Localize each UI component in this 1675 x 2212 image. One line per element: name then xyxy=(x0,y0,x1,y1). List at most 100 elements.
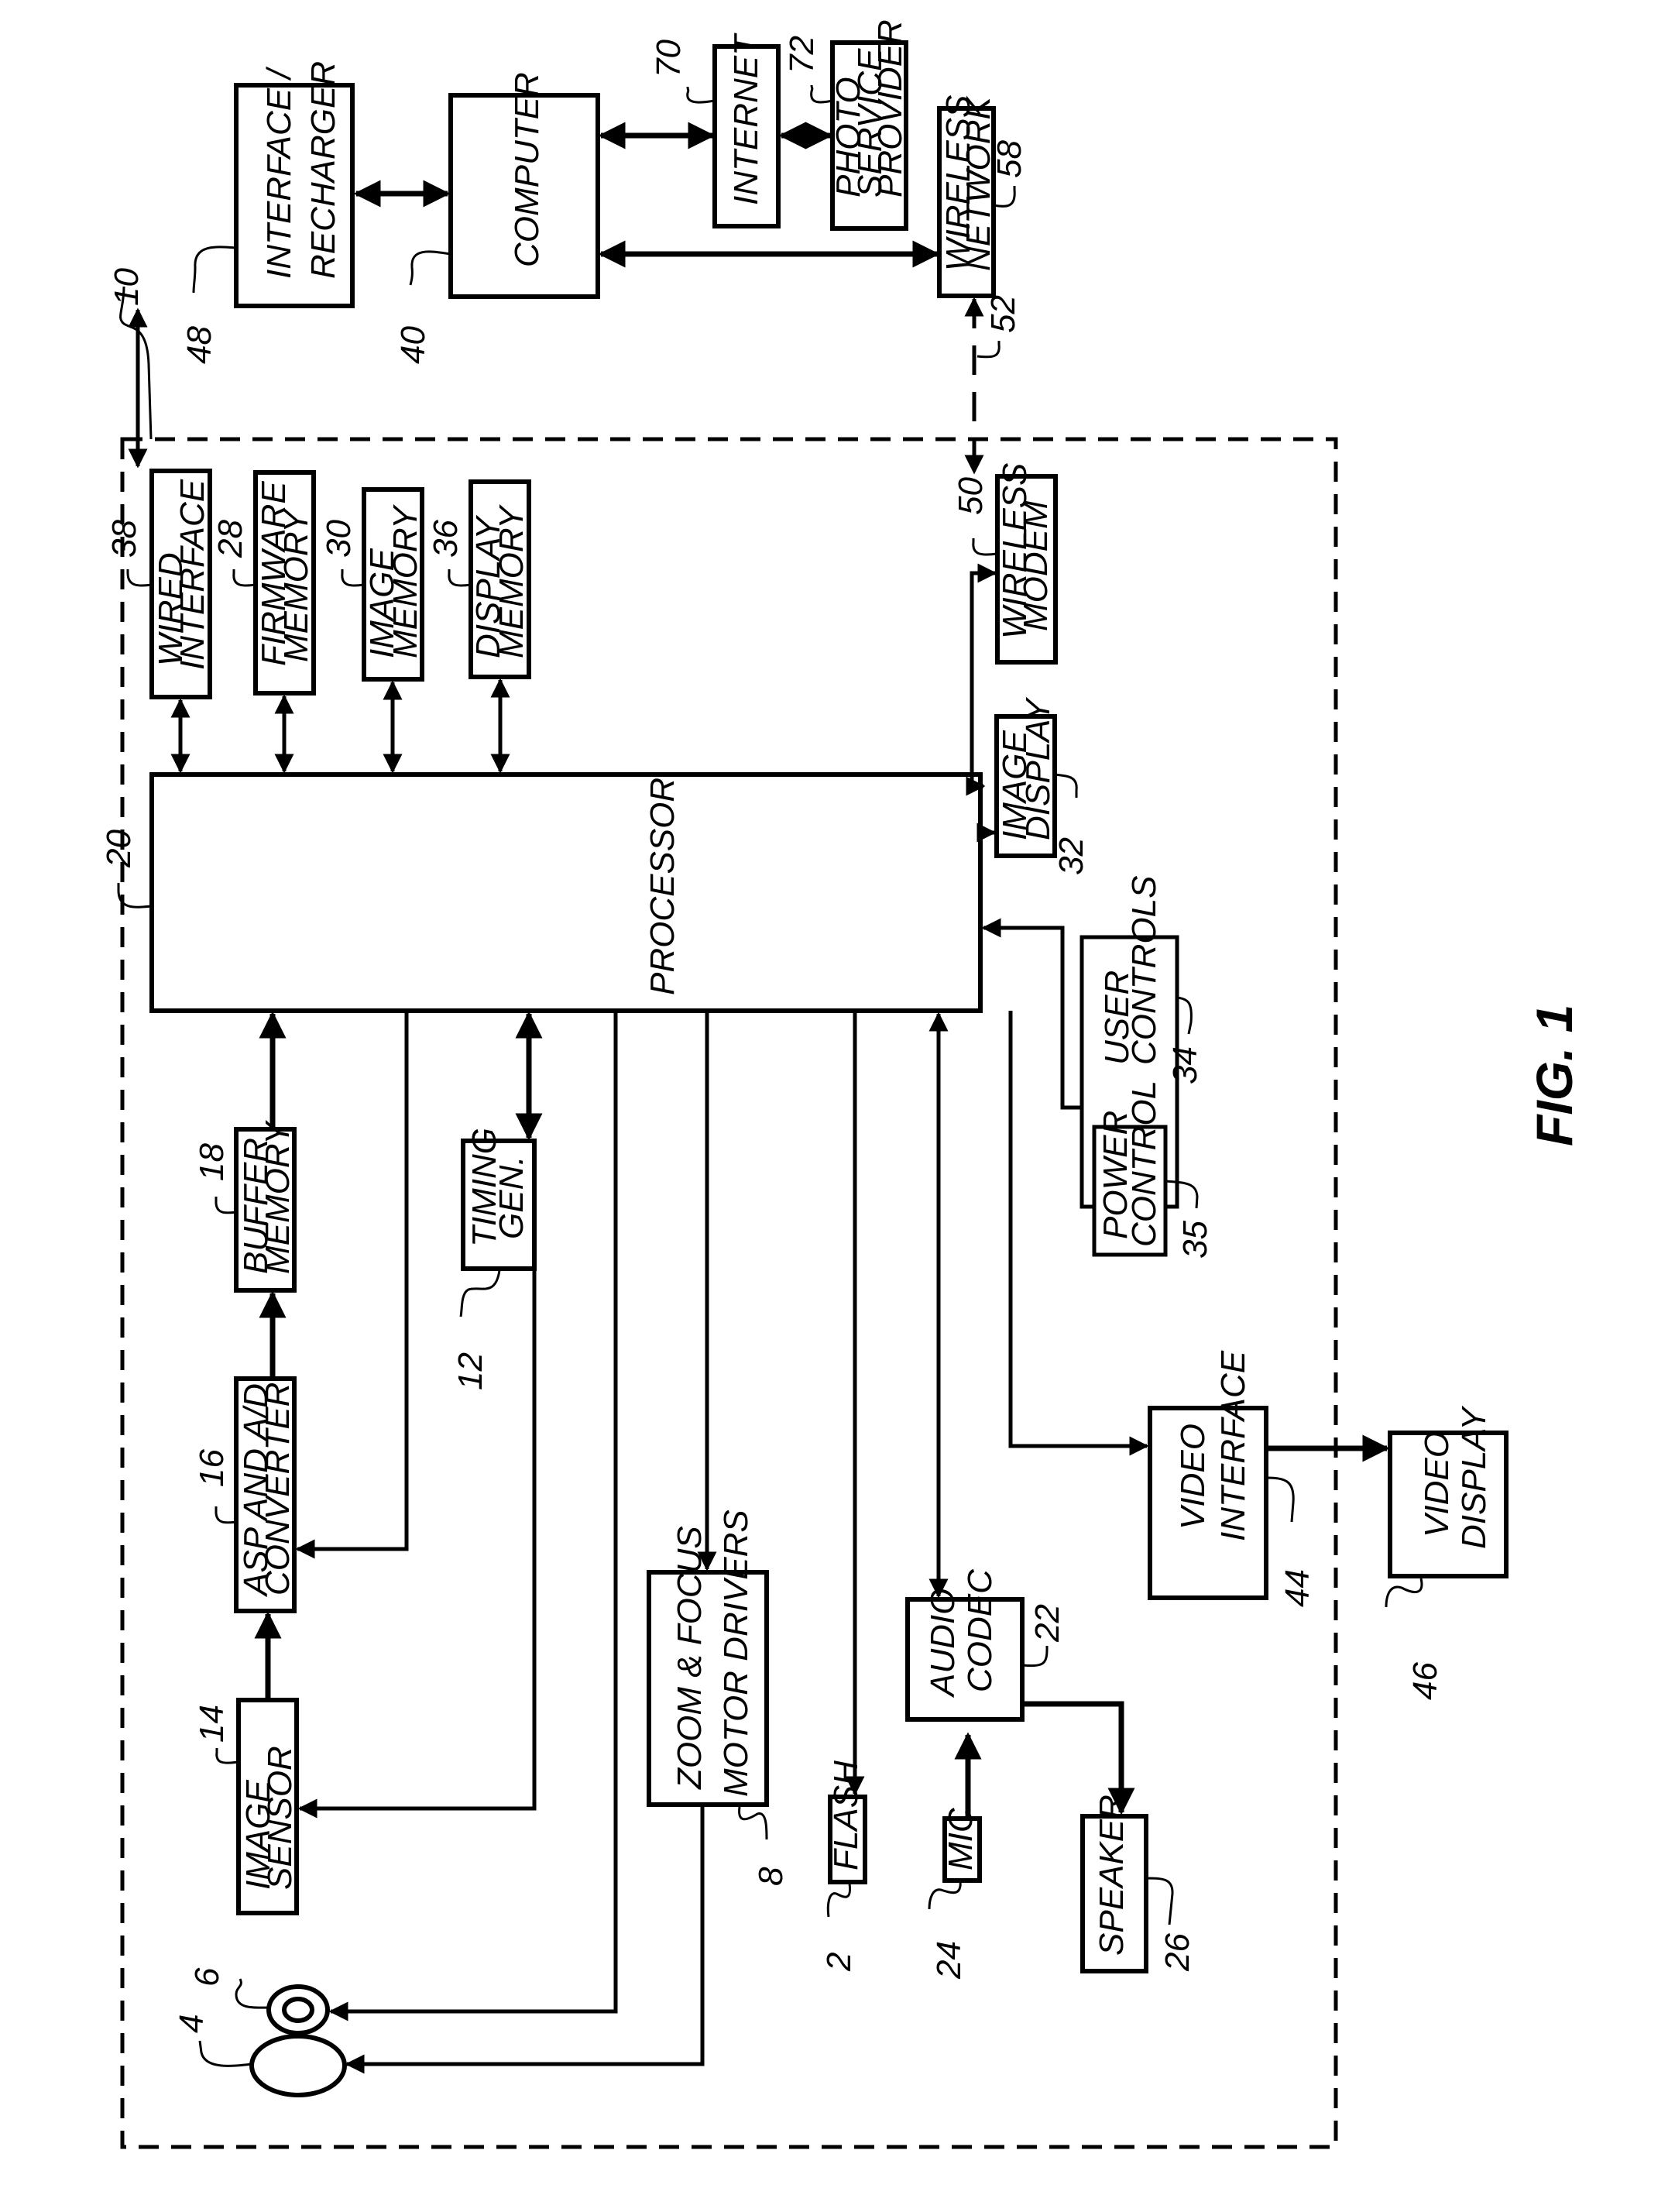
block-video-interface: VIDEO INTERFACE xyxy=(1148,1350,1268,1600)
ref-48: 48 xyxy=(180,326,218,364)
ref-10: 10 xyxy=(108,268,146,306)
ref-8: 8 xyxy=(752,1867,790,1886)
ref-24: 24 xyxy=(930,1941,968,1980)
block-flash: FLASH xyxy=(827,1760,867,1884)
ref-52: 52 xyxy=(984,295,1022,333)
block-buffer-memory: BUFFER MEMORY xyxy=(234,1120,297,1293)
leader-50 xyxy=(972,538,998,556)
ref-6: 6 xyxy=(188,1967,226,1987)
ref-26: 26 xyxy=(1158,1933,1196,1972)
leader-10 xyxy=(119,286,153,440)
leader-52 xyxy=(977,341,1001,359)
leader-40 xyxy=(409,250,451,286)
label: ZOOM & FOCUS xyxy=(671,1526,709,1790)
leader-12 xyxy=(459,1269,501,1317)
ref-36: 36 xyxy=(427,520,465,558)
block-mic: MIC xyxy=(942,1807,982,1883)
ref-32: 32 xyxy=(1052,837,1090,875)
label: CONTROL xyxy=(1125,1080,1163,1247)
block-interface-recharger: INTERFACE / RECHARGER xyxy=(234,61,355,308)
camera-block-diagram: 10 INTERFACE / RECHARGER 48 COMPUTER 40 … xyxy=(100,19,1583,2149)
ref-30: 30 xyxy=(320,520,358,558)
label: GEN. xyxy=(493,1156,530,1239)
ref-46: 46 xyxy=(1406,1662,1444,1700)
label: MEMORY xyxy=(259,1120,297,1274)
ref-70: 70 xyxy=(650,40,688,77)
label: MOTOR DRIVERS xyxy=(717,1510,755,1797)
label: DISPLAY xyxy=(1455,1406,1493,1549)
label: FLASH xyxy=(827,1760,865,1870)
leader-24 xyxy=(928,1880,962,1910)
link-modem-processor xyxy=(966,563,997,796)
ref-58: 58 xyxy=(990,140,1028,178)
leader-32 xyxy=(1054,773,1078,798)
ref-16: 16 xyxy=(193,1449,231,1487)
label: VIDEO xyxy=(1174,1424,1212,1530)
block-timing-gen: TIMING GEN. xyxy=(461,1128,537,1271)
leader-34 xyxy=(1176,996,1193,1035)
label: PROVIDER xyxy=(871,19,909,198)
label: CONTROLS xyxy=(1125,876,1163,1065)
block-display-memory: DISPLAY MEMORY xyxy=(469,479,531,679)
link-timing-sensor xyxy=(297,1269,537,1819)
label: MODEM xyxy=(1017,500,1055,631)
label: INTERFACE xyxy=(1214,1350,1252,1541)
block-image-sensor: IMAGE SENSOR xyxy=(236,1698,299,1915)
leader-14 xyxy=(215,1748,239,1764)
block-internet: INTERNET xyxy=(712,33,781,228)
leader-36 xyxy=(448,569,472,587)
label: SPEAKER xyxy=(1093,1795,1131,1956)
ref-34: 34 xyxy=(1166,1046,1204,1084)
block-video-display: VIDEO DISPLAY xyxy=(1388,1406,1509,1578)
block-wireless-modem: WIRELESS MODEM xyxy=(995,463,1058,665)
label: MEMORY xyxy=(386,504,424,658)
label: PROCESSOR xyxy=(644,778,681,995)
ref-44: 44 xyxy=(1279,1569,1316,1607)
label: INTERFACE / xyxy=(260,67,298,279)
ref-28: 28 xyxy=(211,520,249,558)
block-firmware-memory: FIRMWARE MEMORY xyxy=(253,470,316,696)
block-speaker: SPEAKER xyxy=(1080,1795,1148,1973)
label: INTERNET xyxy=(727,33,765,205)
block-processor: PROCESSOR xyxy=(149,772,983,1013)
block-asp-converter: ASP AND A/D CONVERTER xyxy=(234,1376,297,1613)
block-photo-service-provider: PHOTO SERVICE PROVIDER xyxy=(829,19,909,231)
label: INTERFACE xyxy=(173,479,211,670)
leader-28 xyxy=(232,569,256,587)
lens-assembly xyxy=(249,1984,347,2097)
lens-icon xyxy=(249,2034,347,2097)
label: RECHARGER xyxy=(304,61,342,279)
leader-48 xyxy=(192,246,237,294)
ref-40: 40 xyxy=(394,326,432,364)
label: CONVERTER xyxy=(259,1382,297,1595)
leader-2 xyxy=(826,1883,852,1918)
ref-22: 22 xyxy=(1028,1604,1066,1643)
aperture-inner xyxy=(282,1997,314,2023)
leader-30 xyxy=(341,569,365,587)
ref-18: 18 xyxy=(193,1143,231,1181)
label: NETWORK xyxy=(959,95,997,271)
link-user-controls-processor xyxy=(981,918,1082,1110)
leader-6 xyxy=(235,1978,269,2009)
figure-title: FIG. 1 xyxy=(1526,1005,1583,1146)
ref-12: 12 xyxy=(451,1352,489,1390)
aperture-icon xyxy=(266,1984,330,2035)
ref-20: 20 xyxy=(100,830,138,868)
block-image-memory: IMAGE MEMORY xyxy=(362,487,424,682)
link-processor-asp xyxy=(295,1011,409,1559)
label: COMPUTER xyxy=(508,72,546,267)
label: MIC xyxy=(942,1807,980,1870)
label: MEMORY xyxy=(493,504,530,658)
ref-14: 14 xyxy=(193,1705,231,1743)
block-wired-interface: WIRED INTERFACE xyxy=(149,469,212,699)
label: MEMORY xyxy=(277,508,315,662)
block-audio-codec: AUDIO CODEC xyxy=(905,1568,1025,1722)
leader-4 xyxy=(198,2040,252,2067)
leader-22 xyxy=(1021,1646,1049,1668)
leader-38 xyxy=(126,569,153,587)
label: CODEC xyxy=(961,1568,999,1692)
label: AUDIO xyxy=(924,1589,962,1698)
label: SENSOR xyxy=(261,1746,299,1890)
ref-50: 50 xyxy=(952,477,990,515)
leader-8 xyxy=(738,1806,768,1840)
